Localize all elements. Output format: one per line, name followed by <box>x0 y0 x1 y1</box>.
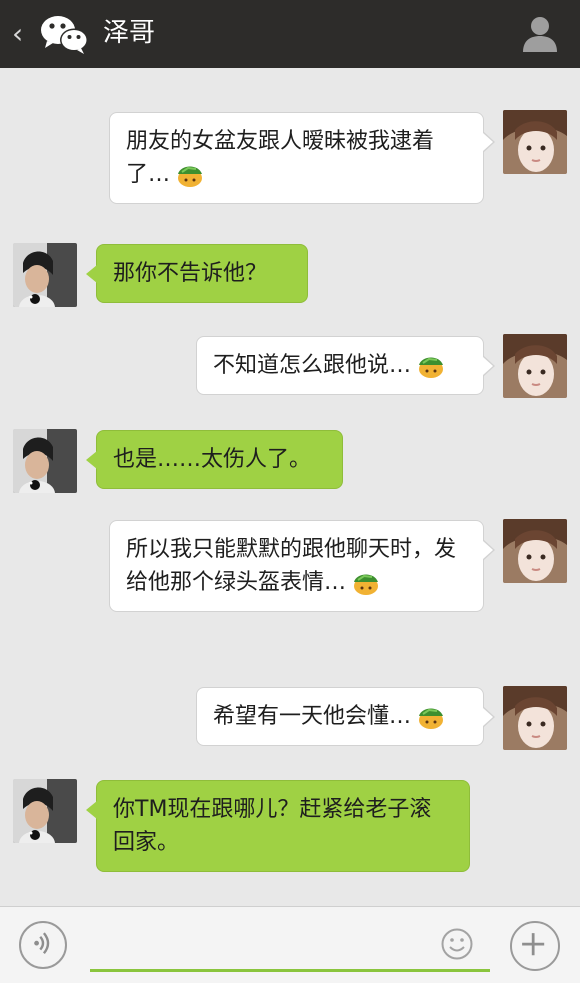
message-input[interactable] <box>90 919 492 973</box>
self-avatar[interactable] <box>503 519 567 583</box>
message-bubble-incoming[interactable]: 你TM现在跟哪儿？赶紧给老子滚回家。 <box>86 780 470 872</box>
chat-title: 泽哥 <box>103 18 156 48</box>
message-text: 那你不告诉他？ <box>113 261 268 286</box>
voice-icon <box>34 932 50 955</box>
message-text: 也是……太伤人了。 <box>113 447 312 472</box>
turtle-emoji-icon <box>415 704 445 730</box>
message-text: 不知道怎么跟他说… <box>213 353 412 378</box>
input-underline <box>90 969 490 972</box>
self-avatar[interactable] <box>503 686 567 750</box>
message-bubble-outgoing[interactable]: 所以我只能默默的跟他聊天时，发给他那个绿头盔表情… <box>109 520 495 612</box>
turtle-emoji-icon <box>350 570 380 596</box>
message-text: 希望有一天他会懂… <box>213 704 412 729</box>
turtle-emoji-icon <box>174 162 204 188</box>
message-input-field[interactable] <box>90 919 492 973</box>
self-avatar[interactable] <box>503 334 567 398</box>
plus-icon <box>522 933 545 956</box>
smiley-icon <box>441 928 473 960</box>
message-text: 所以我只能默默的跟他聊天时，发给他那个绿头盔表情… <box>126 537 457 595</box>
chat-header: ‹ 泽哥 <box>0 0 580 68</box>
friend-avatar[interactable] <box>13 429 77 493</box>
self-avatar[interactable] <box>503 110 567 174</box>
friend-avatar[interactable] <box>13 243 77 307</box>
message-bubble-outgoing[interactable]: 不知道怎么跟他说… <box>196 336 495 395</box>
wechat-logo-icon[interactable] <box>38 12 90 56</box>
message-text: 朋友的女盆友跟人暧昧被我逮着了… <box>126 129 435 187</box>
more-options-button[interactable] <box>510 921 560 971</box>
message-text: 你TM现在跟哪儿？赶紧给老子滚回家。 <box>113 797 432 855</box>
voice-input-button[interactable] <box>19 921 67 969</box>
composer-bar <box>0 906 580 983</box>
message-list[interactable]: 朋友的女盆友跟人暧昧被我逮着了… 那你不告诉他？ 不知道怎么跟他说… 也是……太… <box>0 68 580 906</box>
message-bubble-incoming[interactable]: 也是……太伤人了。 <box>86 430 343 489</box>
emoji-picker-button[interactable] <box>440 927 474 961</box>
message-bubble-incoming[interactable]: 那你不告诉他？ <box>86 244 308 303</box>
contact-profile-icon[interactable] <box>518 12 562 56</box>
friend-avatar[interactable] <box>13 779 77 843</box>
message-bubble-outgoing[interactable]: 希望有一天他会懂… <box>196 687 495 746</box>
message-bubble-outgoing[interactable]: 朋友的女盆友跟人暧昧被我逮着了… <box>109 112 495 204</box>
turtle-emoji-icon <box>415 353 445 379</box>
back-button[interactable]: ‹ <box>12 14 32 54</box>
